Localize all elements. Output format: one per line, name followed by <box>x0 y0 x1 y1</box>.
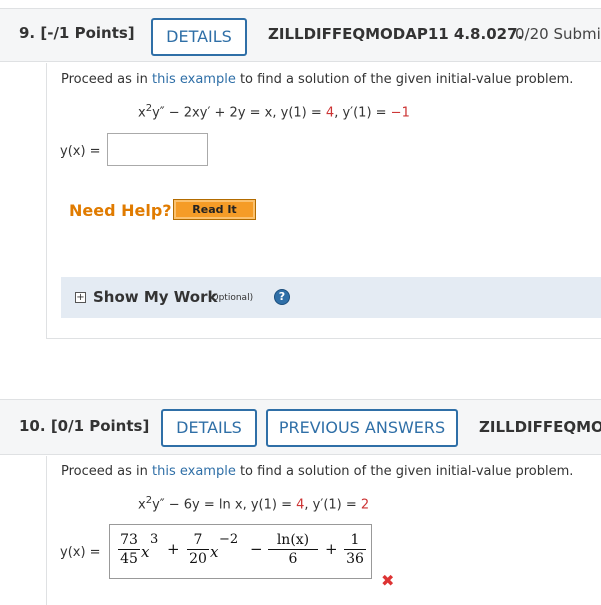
q10-eq-x: x <box>138 497 146 513</box>
q10-prompt-text-end: to find a solution of the given initial-… <box>235 464 574 479</box>
term1-denominator: 45 <box>120 551 138 567</box>
term1-var: x <box>141 543 150 561</box>
term3-denominator: 6 <box>288 551 298 567</box>
q10-prompt-text: Proceed as in <box>61 464 153 479</box>
term4-fraction: 1 36 <box>344 532 366 567</box>
op3: + <box>325 540 338 558</box>
q9-number: 9. <box>19 24 36 42</box>
term4-denominator: 36 <box>346 551 364 567</box>
q10-number: 10. <box>19 417 46 435</box>
term2-exp: −2 <box>219 532 239 547</box>
term2-var: x <box>210 543 219 561</box>
term2-denominator: 20 <box>189 551 207 567</box>
term3-fraction: ln(x) 6 <box>268 532 318 567</box>
q10-answer-expression[interactable]: 73 45 x 3 + 7 20 x −2 − ln(x) 6 + 1 36 <box>109 524 372 579</box>
q10-eq-mid: y″ − 6y = ln x, y(1) = <box>152 497 297 513</box>
term2-numerator: 7 <box>193 532 203 548</box>
q10-eq-mid2: , y′(1) = <box>304 497 361 513</box>
term1-bar <box>118 549 140 550</box>
q10-content: Proceed as in this example to find a sol… <box>46 0 601 605</box>
q10-answer-label: y(x) = <box>60 545 101 560</box>
term3-numerator: ln(x) <box>276 532 310 548</box>
op1: + <box>167 540 180 558</box>
term1-fraction: 73 45 <box>118 532 140 567</box>
op2: − <box>250 540 263 558</box>
term4-bar <box>344 549 366 550</box>
term4-numerator: 1 <box>350 532 360 548</box>
term1-exp: 3 <box>150 532 159 547</box>
q10-equation: x2y″ − 6y = ln x, y(1) = 4, y′(1) = 2 <box>138 495 369 512</box>
q10-prompt: Proceed as in this example to find a sol… <box>61 464 573 479</box>
term2-bar <box>187 549 209 550</box>
term2-fraction: 7 20 <box>187 532 209 567</box>
term3-bar <box>268 549 318 550</box>
incorrect-x-icon: ✖ <box>381 571 395 590</box>
q10-example-link[interactable]: this example <box>152 464 236 479</box>
q10-eq-dy1-value: 2 <box>360 497 370 513</box>
term1-numerator: 73 <box>120 532 138 548</box>
